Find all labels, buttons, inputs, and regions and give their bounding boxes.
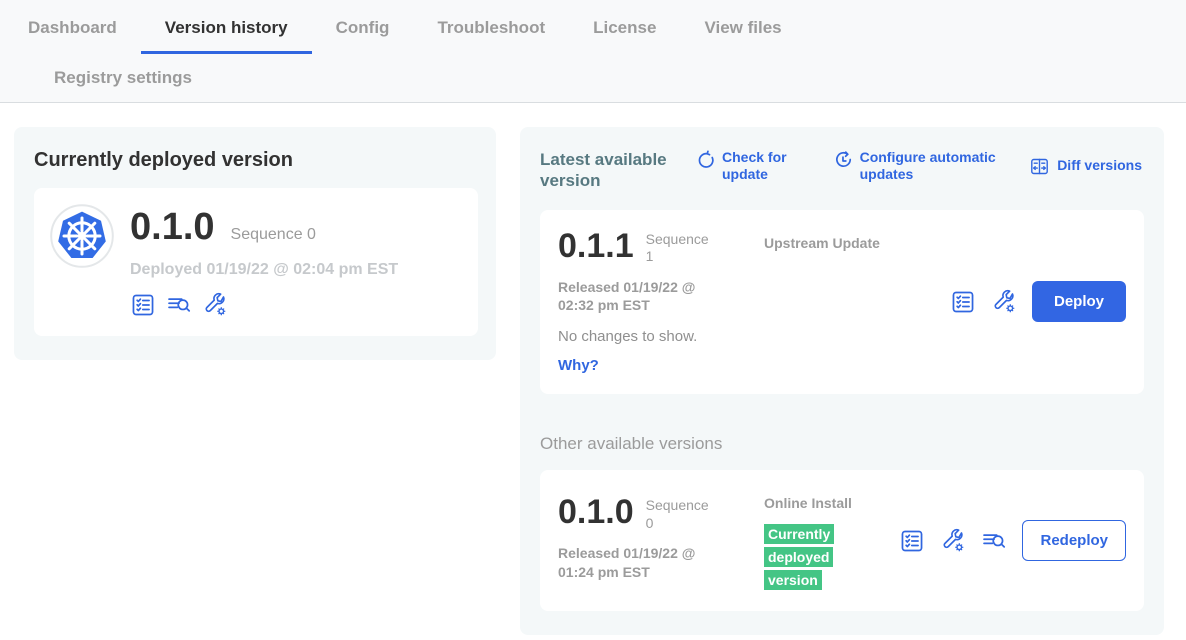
latest-version-actions: Deploy — [950, 230, 1126, 375]
nav-row-1: Dashboard Version history Config Trouble… — [4, 12, 1186, 54]
other-released-timestamp: Released 01/19/22 @ 01:24 pm EST — [558, 544, 723, 582]
tab-dashboard[interactable]: Dashboard — [4, 12, 141, 54]
checklist-icon[interactable] — [899, 528, 925, 554]
deployed-version-details: 0.1.0 Sequence 0 Deployed 01/19/22 @ 02:… — [130, 204, 398, 318]
nav-row-2: Registry settings — [4, 54, 1186, 102]
tab-license[interactable]: License — [569, 12, 680, 54]
deployed-version-card: 0.1.0 Sequence 0 Deployed 01/19/22 @ 02:… — [34, 188, 478, 336]
latest-version-source: Upstream Update — [764, 230, 882, 375]
main-content: Currently deployed version 0.1.0 Sequenc… — [0, 103, 1186, 635]
schedule-refresh-icon — [832, 150, 853, 171]
currently-deployed-badge: Currently deployed version — [764, 524, 834, 589]
deployed-timestamp: Deployed 01/19/22 @ 02:04 pm EST — [130, 261, 398, 279]
other-version-info: 0.1.0 Sequence 0 Released 01/19/22 @ 01:… — [558, 490, 750, 591]
deploy-button[interactable]: Deploy — [1032, 281, 1126, 322]
latest-available-title: Latest available version — [540, 149, 678, 192]
tab-troubleshoot[interactable]: Troubleshoot — [413, 12, 569, 54]
latest-version-number: 0.1.1 — [558, 230, 634, 266]
latest-available-panel: Latest available version Check for updat… — [520, 127, 1164, 635]
other-version-actions: Redeploy — [899, 490, 1126, 591]
tab-config[interactable]: Config — [312, 12, 414, 54]
kubernetes-logo-icon — [50, 204, 114, 268]
check-for-update-label: Check for update — [722, 149, 806, 183]
deployed-sequence-label: Sequence 0 — [231, 226, 316, 244]
other-version-source: Online Install — [764, 494, 882, 513]
diff-icon — [1029, 156, 1050, 177]
latest-version-info: 0.1.1 Sequence 1 Released 01/19/22 @ 02:… — [558, 230, 750, 375]
wrench-gear-icon[interactable] — [940, 528, 966, 554]
latest-version-card: 0.1.1 Sequence 1 Released 01/19/22 @ 02:… — [540, 210, 1144, 395]
wrench-gear-icon[interactable] — [202, 292, 228, 318]
other-sequence-label: Sequence 0 — [646, 496, 718, 532]
diff-versions-label: Diff versions — [1057, 157, 1142, 174]
tab-version-history[interactable]: Version history — [141, 12, 312, 54]
version-actions: Check for update Configure automatic upd… — [694, 149, 1144, 183]
tab-registry-settings[interactable]: Registry settings — [30, 62, 216, 88]
why-link[interactable]: Why? — [558, 357, 750, 374]
currently-deployed-title: Currently deployed version — [34, 149, 478, 172]
checklist-icon[interactable] — [130, 292, 156, 318]
no-changes-text: No changes to show. — [558, 328, 750, 345]
logs-magnifier-icon[interactable] — [981, 528, 1007, 554]
latest-sequence-label: Sequence 1 — [646, 230, 718, 266]
redeploy-button[interactable]: Redeploy — [1022, 520, 1126, 561]
check-for-update-link[interactable]: Check for update — [694, 149, 806, 183]
configure-automatic-updates-label: Configure automatic updates — [860, 149, 1004, 183]
currently-deployed-panel: Currently deployed version 0.1.0 Sequenc… — [14, 127, 496, 360]
refresh-icon — [694, 150, 715, 171]
top-navigation: Dashboard Version history Config Trouble… — [0, 0, 1186, 103]
latest-released-timestamp: Released 01/19/22 @ 02:32 pm EST — [558, 278, 723, 316]
wrench-gear-icon[interactable] — [991, 289, 1017, 315]
other-version-number: 0.1.0 — [558, 496, 634, 532]
tab-view-files[interactable]: View files — [680, 12, 805, 54]
checklist-icon[interactable] — [950, 289, 976, 315]
other-available-versions-title: Other available versions — [540, 434, 1144, 454]
other-version-card: 0.1.0 Sequence 0 Released 01/19/22 @ 01:… — [540, 470, 1144, 611]
deployed-version-number: 0.1.0 — [130, 208, 215, 246]
latest-available-header: Latest available version Check for updat… — [540, 149, 1144, 192]
diff-versions-link[interactable]: Diff versions — [1029, 149, 1142, 183]
other-version-source-col: Online Install Currently deployed versio… — [764, 490, 882, 591]
configure-automatic-updates-link[interactable]: Configure automatic updates — [832, 149, 1004, 183]
logs-magnifier-icon[interactable] — [166, 292, 192, 318]
